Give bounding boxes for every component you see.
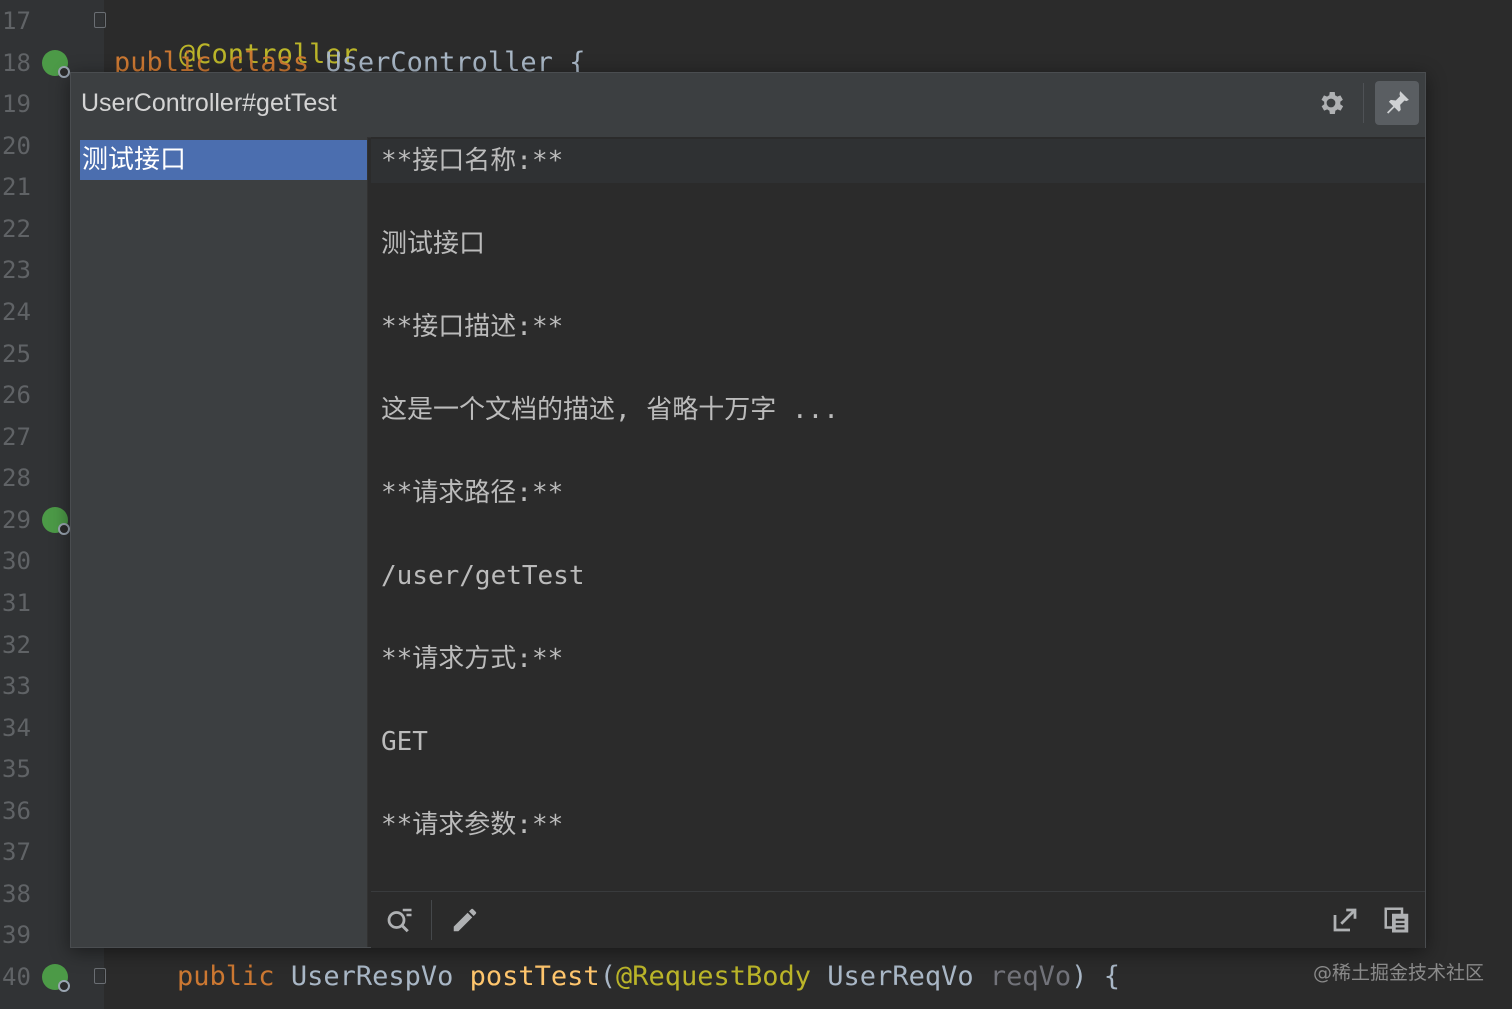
line-number: 24 [2, 298, 31, 326]
line-number: 36 [2, 797, 31, 825]
popup-header[interactable]: UserController#getTest [71, 73, 1425, 138]
line-number: 18 [2, 49, 31, 77]
open-external-button[interactable] [1325, 900, 1365, 940]
type-token: UserReqVo [827, 961, 974, 992]
line-number: 21 [2, 173, 31, 201]
copy-icon [1384, 907, 1409, 933]
line-number: 35 [2, 755, 31, 783]
line-number: 34 [2, 714, 31, 742]
paren-token: ) [1071, 961, 1088, 992]
line-number: 17 [2, 7, 31, 35]
brace-token: { [1103, 961, 1120, 992]
line-number: 20 [2, 132, 31, 160]
keyword-token: public [177, 961, 275, 992]
line-number: 25 [2, 340, 31, 368]
annotation-token: @RequestBody [615, 961, 812, 992]
line-number: 29 [2, 506, 31, 534]
doc-line: **请求参数:** [381, 810, 564, 840]
code-line-40: public UserRespVo postTest(@RequestBody … [177, 960, 1120, 994]
find-usages-button[interactable] [379, 900, 419, 940]
search-doc-icon [387, 908, 412, 933]
line-number: 27 [2, 423, 31, 451]
line-number: 28 [2, 464, 31, 492]
doc-line: **接口名称:** [381, 146, 564, 176]
line-number: 37 [2, 838, 31, 866]
popup-title: UserController#getTest [81, 89, 337, 117]
settings-button[interactable] [1309, 81, 1353, 125]
fold-marker-icon[interactable] [94, 12, 106, 28]
line-number: 22 [2, 215, 31, 243]
documentation-popup[interactable]: UserController#getTest 测试接口 **接口名称:** 测试… [70, 72, 1426, 948]
copy-button[interactable] [1377, 900, 1417, 940]
pin-button[interactable] [1375, 81, 1419, 125]
gear-icon [1321, 92, 1344, 114]
paren-token: ( [599, 961, 616, 992]
param-name-token: reqVo [989, 961, 1072, 992]
section-list-item[interactable]: 测试接口 [80, 140, 367, 180]
line-number: 23 [2, 256, 31, 284]
edit-button[interactable] [445, 900, 485, 940]
line-number: 39 [2, 921, 31, 949]
header-divider [1363, 83, 1364, 123]
line-number: 19 [2, 90, 31, 118]
section-list-panel: 测试接口 [71, 137, 368, 947]
line-number: 26 [2, 381, 31, 409]
popup-toolbar [371, 891, 1425, 948]
doc-line: **请求路径:** [381, 478, 564, 508]
fold-marker-icon[interactable] [94, 968, 106, 984]
pin-icon [1387, 91, 1409, 114]
line-number: 40 [2, 963, 31, 991]
method-name-token: postTest [469, 961, 600, 992]
doc-line: **请求方式:** [381, 644, 564, 674]
doc-line: 测试接口 [381, 229, 486, 259]
type-token: UserRespVo [290, 961, 454, 992]
toolbar-divider [431, 900, 432, 940]
doc-line: 这是一个文档的描述, 省略十万字 ... [381, 395, 839, 425]
doc-line: **接口描述:** [381, 312, 564, 342]
doc-content[interactable]: **接口名称:** 测试接口 **接口描述:** 这是一个文档的描述, 省略十万… [371, 137, 1425, 891]
pencil-icon [453, 908, 477, 932]
doc-line: /user/getTest [381, 561, 585, 591]
spring-bean-icon[interactable] [42, 50, 70, 78]
line-number: 38 [2, 880, 31, 908]
doc-line: GET [381, 727, 428, 757]
line-number: 30 [2, 547, 31, 575]
line-number: 31 [2, 589, 31, 617]
line-number: 32 [2, 631, 31, 659]
spring-bean-icon[interactable] [42, 507, 70, 535]
watermark: @稀土掘金技术社区 [1312, 962, 1484, 984]
spring-bean-icon[interactable] [42, 964, 70, 992]
line-number: 33 [2, 672, 31, 700]
external-link-icon [1333, 908, 1357, 932]
